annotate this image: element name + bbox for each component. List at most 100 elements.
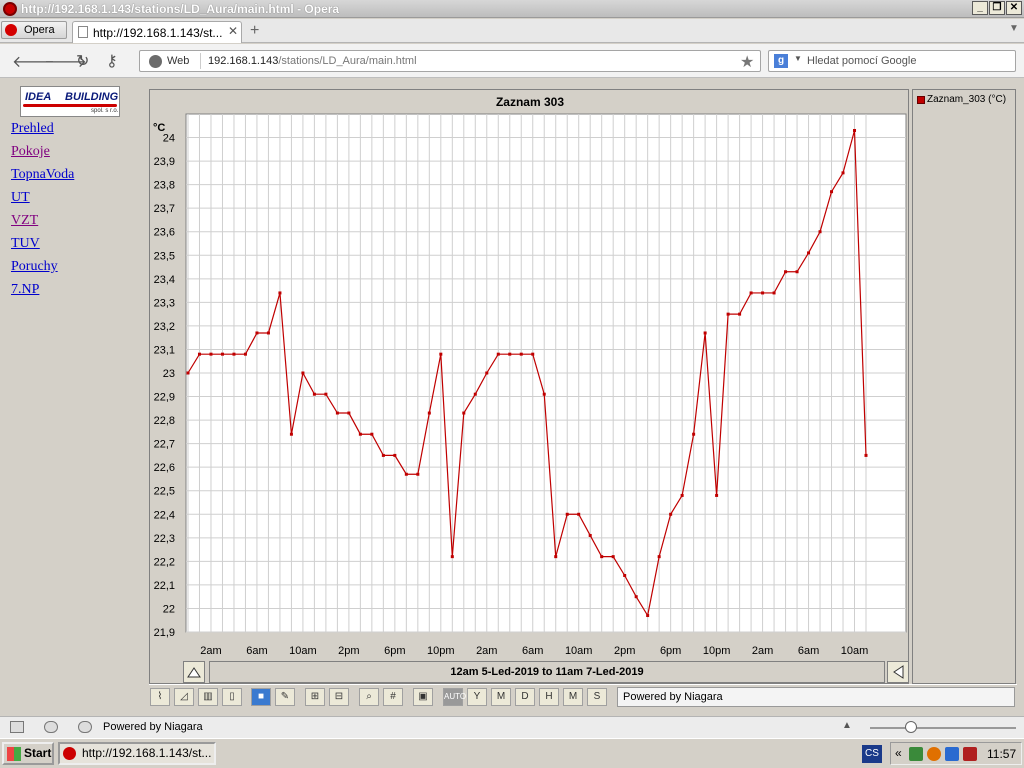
y-tick-label: 22,9: [154, 392, 175, 404]
collapse-left-button[interactable]: [887, 661, 909, 683]
data-point: [266, 331, 270, 335]
data-point: [186, 371, 190, 375]
data-point: [301, 371, 305, 375]
web-label: Web: [167, 55, 190, 67]
y-tick-label: 23,2: [154, 321, 175, 333]
y-tick-label: 23,6: [154, 227, 175, 239]
x-tick-label: 2am: [200, 645, 221, 657]
data-point: [738, 312, 742, 316]
x-tick-label: 10am: [565, 645, 593, 657]
logo-subtext: spol. s r.o.: [91, 108, 119, 114]
x-tick-label: 6pm: [660, 645, 681, 657]
sidebar-item-tuv[interactable]: TUV: [11, 236, 40, 252]
opera-icon: [5, 24, 17, 36]
google-icon[interactable]: g: [774, 54, 788, 68]
data-point: [209, 352, 213, 356]
data-point: [577, 512, 581, 516]
y-tick-label: 23,4: [154, 274, 175, 286]
zoom-slider-handle[interactable]: [905, 721, 917, 733]
sidebar-item-prehled[interactable]: Prehled: [11, 121, 54, 137]
search-box[interactable]: g ▼ Hledat pomocí Google: [768, 50, 1016, 72]
language-indicator[interactable]: CS: [862, 745, 882, 763]
data-point: [818, 230, 822, 234]
data-point: [531, 352, 535, 356]
data-point: [565, 512, 569, 516]
chart-title: Zaznam 303: [495, 95, 565, 109]
address-bar[interactable]: Web 192.168.1.143/stations/LD_Aura/main.…: [139, 50, 761, 72]
y-tick-label: 22,3: [154, 533, 175, 545]
y-tick-label: 23,7: [154, 203, 175, 215]
panel-toggle-icon[interactable]: [10, 721, 24, 733]
sidebar-item-topnavoda[interactable]: TopnaVoda: [11, 167, 74, 183]
windows-flag-icon: [7, 747, 21, 761]
y-tick-label: 23,3: [154, 297, 175, 309]
data-point: [255, 331, 259, 335]
y-tick-label: 24: [163, 133, 175, 145]
data-point: [772, 291, 776, 295]
data-point: [427, 411, 431, 415]
data-point: [749, 291, 753, 295]
data-point: [289, 432, 293, 436]
search-engine-chevron-icon[interactable]: ▼: [794, 54, 802, 63]
tray-expand-icon[interactable]: «: [895, 746, 902, 760]
close-icon[interactable]: ✕: [1006, 1, 1022, 15]
tray-app-icon-2[interactable]: [945, 747, 959, 761]
opera-taskbar-icon: [63, 747, 76, 760]
new-tab-icon[interactable]: +: [250, 22, 259, 40]
start-label: Start: [24, 746, 52, 760]
tray-shield-icon[interactable]: [963, 747, 977, 761]
url-text[interactable]: 192.168.1.143/stations/LD_Aura/main.html: [208, 55, 417, 67]
logo-text-2: BUILDING: [65, 91, 119, 103]
opera-menu-button[interactable]: Opera: [1, 21, 67, 39]
taskbar-item-label: http://192.168.1.143/st...: [82, 746, 212, 760]
x-tick-label: 2am: [752, 645, 773, 657]
tab-menu-chevron-icon[interactable]: ▼: [1009, 23, 1019, 34]
status-text: Powered by Niagara: [103, 721, 203, 733]
system-tray: « 11:57: [890, 742, 1022, 765]
sidebar-item-poruchy[interactable]: Poruchy: [11, 259, 58, 275]
minimize-icon[interactable]: _: [972, 1, 988, 15]
data-point: [669, 512, 673, 516]
reload-icon[interactable]: ↻: [76, 51, 89, 71]
window-titlebar: http://192.168.1.143/stations/LD_Aura/ma…: [0, 0, 1024, 18]
sidebar-item-pokoje[interactable]: Pokoje: [11, 144, 50, 160]
y-tick-label: 22,6: [154, 462, 175, 474]
tray-app-icon-1[interactable]: [909, 747, 923, 761]
y-tick-label: 21,9: [154, 627, 175, 639]
data-point: [623, 573, 627, 577]
data-point: [692, 432, 696, 436]
legend-label: Zaznam_303 (°C): [927, 94, 1007, 105]
speed-dial-icon[interactable]: [78, 721, 92, 733]
view-menu-chevron-icon[interactable]: ▲: [842, 720, 852, 731]
tab-active[interactable]: http://192.168.1.143/st... ✕: [72, 21, 242, 43]
tray-warning-icon[interactable]: [927, 747, 941, 761]
maximize-icon[interactable]: ❐: [989, 1, 1005, 15]
data-point: [715, 493, 719, 497]
search-input[interactable]: Hledat pomocí Google: [807, 55, 916, 67]
company-logo[interactable]: IDEA BUILDING spol. s r.o.: [20, 86, 120, 117]
x-tick-label: 2pm: [338, 645, 359, 657]
x-tick-label: 10am: [289, 645, 317, 657]
clock: 11:57: [987, 747, 1017, 761]
data-point: [588, 533, 592, 537]
data-point: [703, 331, 707, 335]
sidebar-item-7np[interactable]: 7.NP: [11, 282, 39, 298]
tab-close-icon[interactable]: ✕: [228, 24, 238, 38]
x-tick-label: 10pm: [703, 645, 731, 657]
data-point: [416, 472, 420, 476]
sidebar-item-vzt[interactable]: VZT: [11, 213, 38, 229]
data-point: [680, 493, 684, 497]
data-point: [324, 392, 328, 396]
start-button[interactable]: Start: [2, 742, 54, 765]
taskbar-item-opera[interactable]: http://192.168.1.143/st...: [58, 742, 216, 765]
data-point: [312, 392, 316, 396]
data-point: [600, 555, 604, 559]
data-point: [335, 411, 339, 415]
opera-menu-label: Opera: [24, 24, 55, 36]
sidebar-item-ut[interactable]: UT: [11, 190, 30, 206]
bookmark-star-icon[interactable]: ★: [740, 52, 754, 72]
cloud-icon[interactable]: [44, 721, 58, 733]
zoom-slider[interactable]: [870, 727, 1016, 729]
key-icon[interactable]: ⚷: [106, 51, 118, 71]
data-point: [439, 352, 443, 356]
